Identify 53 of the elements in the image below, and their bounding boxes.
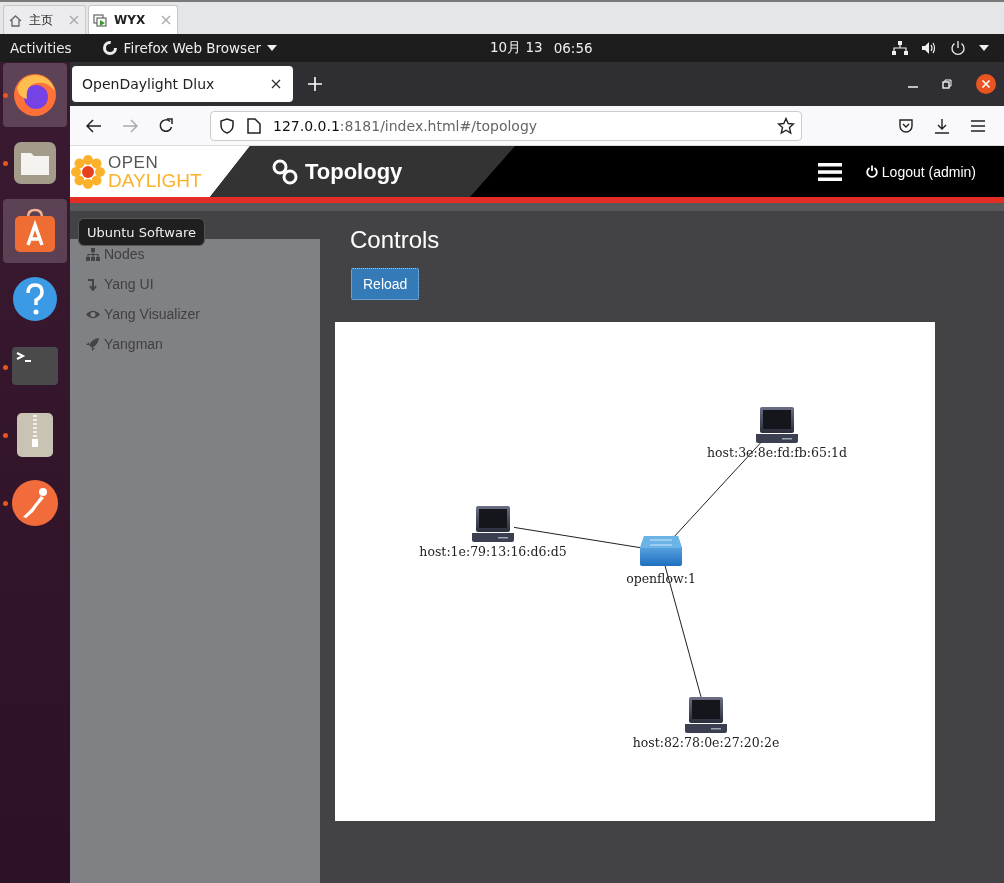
activities-button[interactable]: Activities: [10, 40, 72, 56]
new-tab-icon[interactable]: [308, 77, 322, 91]
flower-logo-icon: [71, 154, 105, 189]
laptop-icon[interactable]: [756, 407, 798, 443]
reload-button[interactable]: Reload: [351, 268, 420, 300]
power-icon: [865, 165, 878, 178]
node-label: host:82:78:0e:27:20:2e: [632, 735, 780, 750]
node-label: openflow:1: [626, 571, 696, 586]
question-mark-icon: [11, 275, 59, 323]
menu-icon[interactable]: [817, 161, 842, 182]
date-text[interactable]: 10月 13: [490, 39, 543, 57]
logo-text-top: OPEN: [108, 153, 160, 172]
back-icon[interactable]: [86, 118, 102, 133]
reload-icon[interactable]: [158, 117, 174, 134]
folder-icon: [11, 139, 59, 187]
url-text: 127.0.0.1:8181/index.html#/topology: [273, 117, 538, 134]
vm-icon: [93, 12, 108, 28]
sitemap-icon: [86, 247, 100, 261]
vm-tab[interactable]: WYX: [88, 5, 179, 34]
browser-tab[interactable]: OpenDaylight Dlux: [72, 66, 293, 102]
section-heading: Controls: [350, 225, 440, 255]
clock-time[interactable]: 06:56: [553, 40, 593, 56]
caret-icon: [267, 45, 277, 51]
download-icon[interactable]: [934, 117, 950, 134]
logout-link[interactable]: Logout (admin): [865, 163, 976, 180]
logo-text-bottom: DAYLIGHT: [108, 171, 202, 190]
caret-icon[interactable]: [979, 45, 989, 51]
spinner-icon: [101, 40, 118, 56]
network-icon[interactable]: [892, 41, 908, 55]
pocket-icon[interactable]: [898, 117, 914, 134]
volume-icon[interactable]: [921, 41, 937, 55]
laptop-icon[interactable]: [685, 697, 727, 733]
house-icon: [8, 12, 23, 28]
close-icon[interactable]: [271, 79, 281, 89]
tooltip: Ubuntu Software: [78, 218, 206, 246]
browser-icon: [11, 71, 59, 119]
laptop-icon[interactable]: [472, 506, 514, 542]
url-field[interactable]: 127.0.0.1:8181/index.html#/topology: [210, 110, 802, 141]
node-label: host:1e:79:13:16:d6:d5: [419, 544, 567, 559]
shield-icon: [219, 117, 235, 134]
dock-item[interactable]: [3, 199, 67, 263]
power-icon[interactable]: [950, 40, 966, 56]
close-icon[interactable]: [976, 74, 996, 94]
vm-tab[interactable]: 主页: [3, 5, 86, 34]
restore-icon[interactable]: [942, 79, 952, 89]
star-icon[interactable]: [777, 116, 795, 135]
app-menu[interactable]: Firefox Web Browser: [123, 40, 261, 56]
switch-icon[interactable]: [640, 536, 682, 566]
link-circles-icon: [272, 158, 298, 185]
page-icon: [247, 117, 261, 134]
page-title: Topology: [305, 158, 403, 185]
arrow-down-icon: [86, 277, 100, 291]
menu-icon[interactable]: [970, 118, 986, 133]
